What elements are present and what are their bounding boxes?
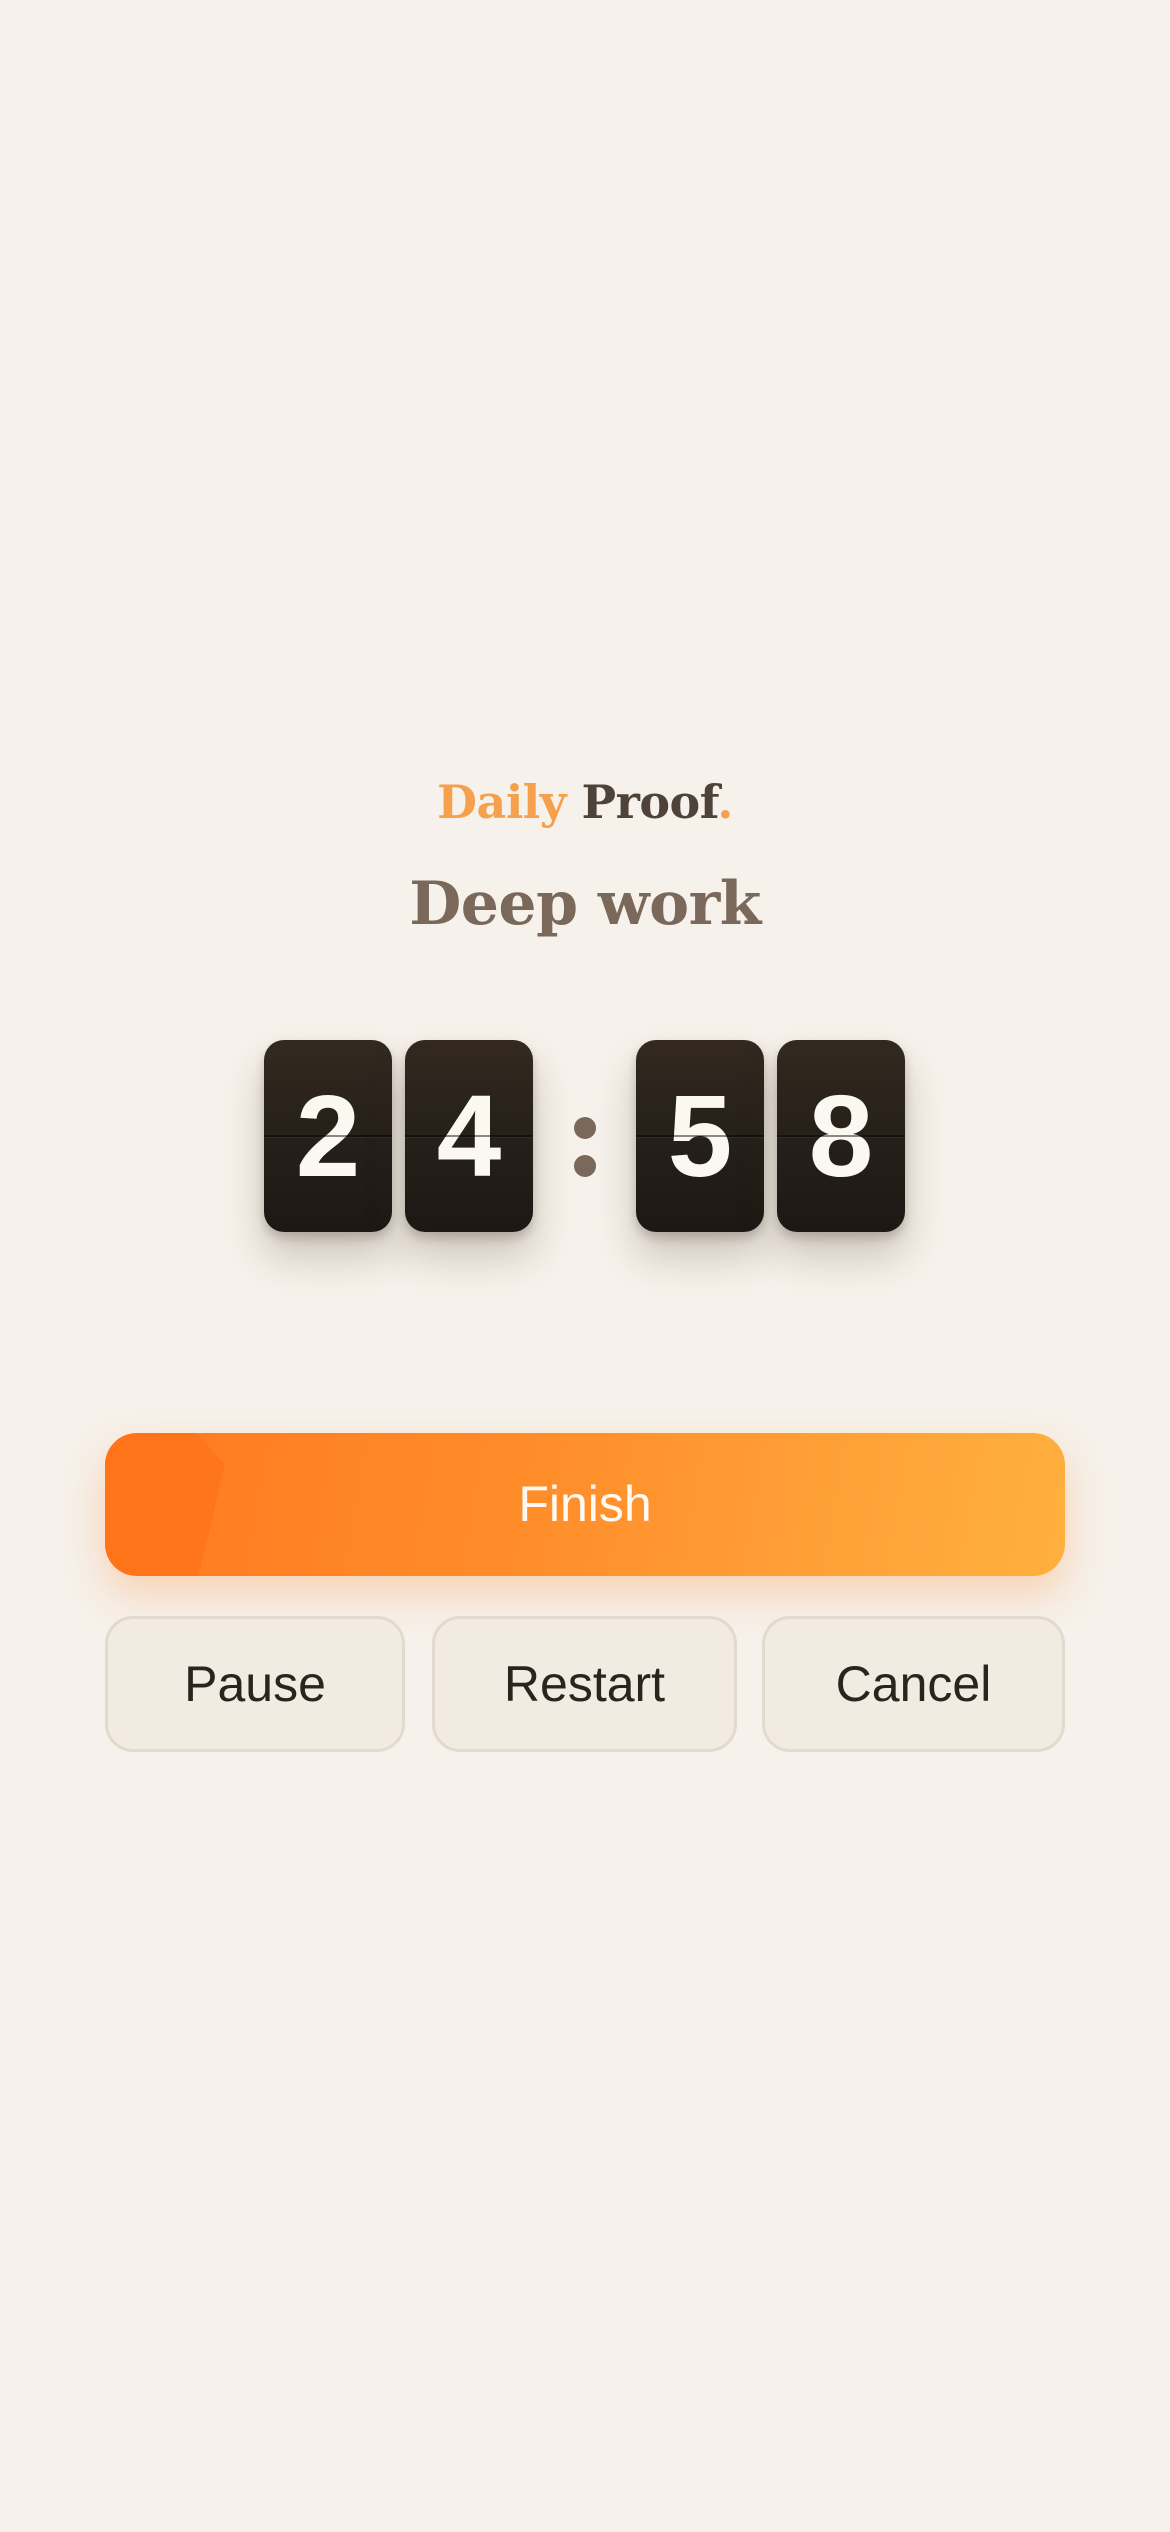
pause-button-label: Pause: [184, 1656, 326, 1712]
separator-dot-bottom: [574, 1155, 596, 1177]
restart-button-label: Restart: [503, 1656, 666, 1712]
timer-screen: Daily Proof. Deep work 2 4 5 8 Finish Pa…: [0, 0, 1170, 2532]
minutes-ones-value: 4: [436, 1071, 502, 1201]
finish-button[interactable]: Finish: [105, 1433, 1065, 1576]
logo-word-proof: Proof: [581, 775, 718, 829]
finish-button-label: Finish: [518, 1476, 652, 1532]
seconds-ones-digit: 8: [777, 1040, 905, 1232]
separator-dot-top: [574, 1117, 596, 1139]
minutes-ones-digit: 4: [405, 1040, 533, 1232]
session-title: Deep work: [409, 869, 761, 939]
minutes-tens-value: 2: [295, 1071, 361, 1201]
app-logo: Daily Proof.: [0, 770, 1170, 834]
seconds-ones-value: 8: [808, 1071, 874, 1201]
logo-word-daily: Daily: [437, 775, 566, 829]
seconds-tens-digit: 5: [636, 1040, 764, 1232]
seconds-tens-value: 5: [667, 1071, 733, 1201]
minutes-tens-digit: 2: [264, 1040, 392, 1232]
cancel-button-label: Cancel: [835, 1656, 992, 1712]
restart-button[interactable]: Restart: [432, 1616, 737, 1752]
time-separator: [565, 1040, 605, 1232]
logo-dot: .: [717, 775, 733, 829]
cancel-button[interactable]: Cancel: [762, 1616, 1065, 1752]
flip-clock-timer: 2 4 5 8: [0, 1040, 1170, 1232]
pause-button[interactable]: Pause: [105, 1616, 405, 1752]
